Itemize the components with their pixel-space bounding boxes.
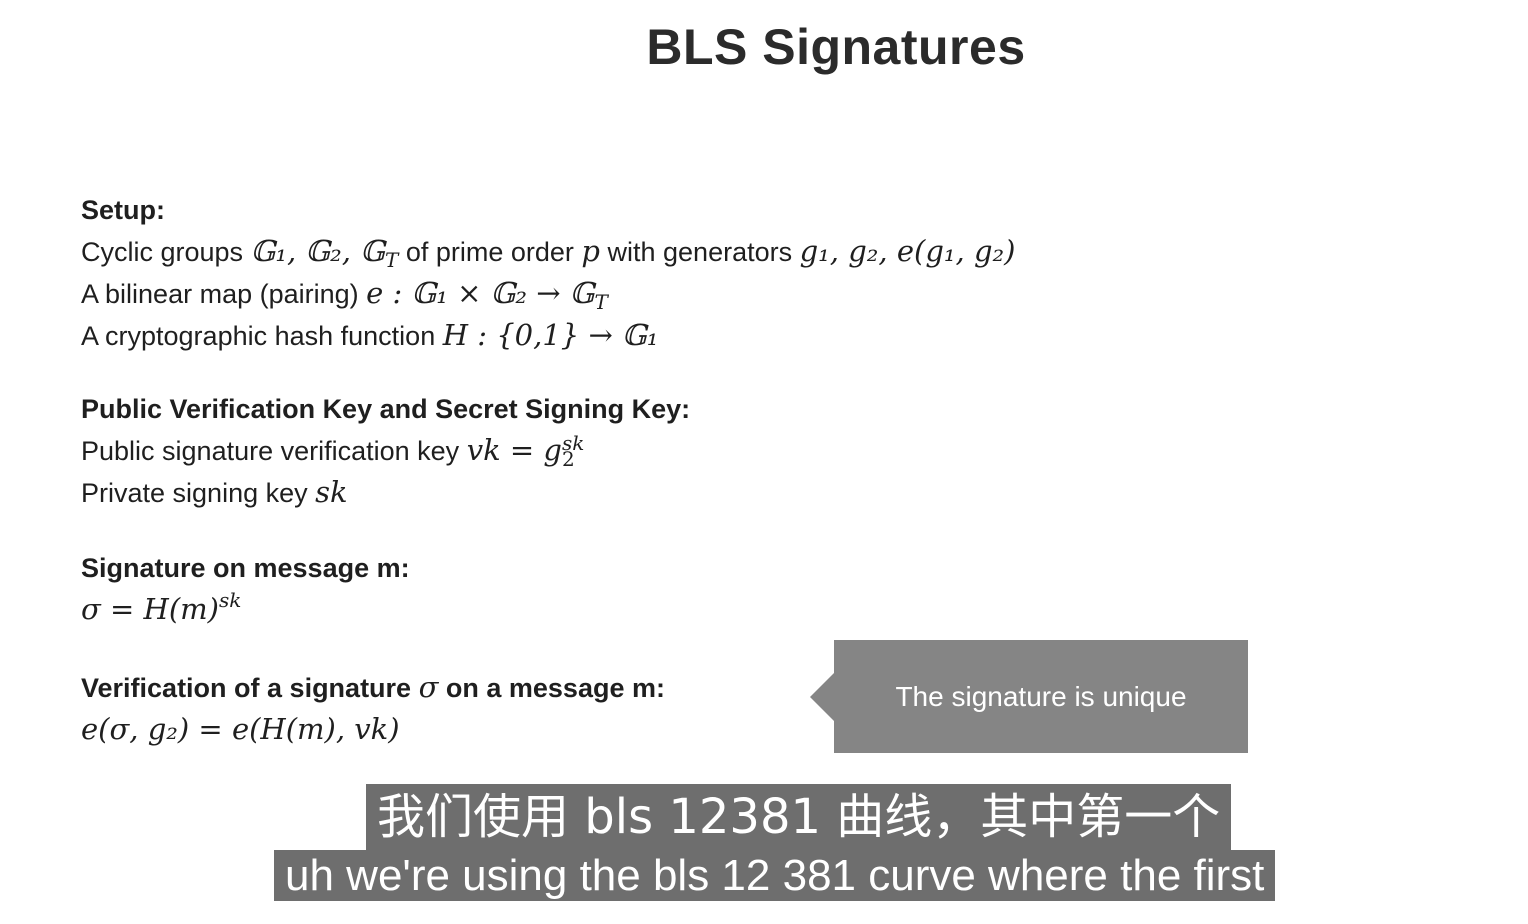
callout-box: The signature is unique <box>834 640 1248 753</box>
pairing-t-subscript: T <box>594 290 608 314</box>
vk-math-body: vk = g <box>466 433 562 467</box>
vk-exponent: sk 2 <box>562 433 584 469</box>
setup-line-pairing: A bilinear map (pairing) e : 𝔾₁ × 𝔾₂ → 𝔾… <box>81 273 1015 315</box>
generators-math: g₁, g₂, e(g₁, g₂) <box>799 234 1016 268</box>
verification-heading-pre: Verification of a signature <box>81 673 419 703</box>
keys-heading: Public Verification Key and Secret Signi… <box>81 394 691 424</box>
pairing-math-body: e : 𝔾₁ × 𝔾₂ → 𝔾 <box>366 276 595 310</box>
verification-heading-sigma: σ <box>418 670 439 704</box>
verification-formula: e(σ, g₂) = e(H(m), vk) <box>81 712 400 746</box>
sk-text: Private signing key <box>81 478 316 508</box>
prime-order-text: of prime order <box>398 237 582 267</box>
signature-formula-superscript: sk <box>218 588 242 612</box>
signature-formula-line: σ = H(m)sk <box>81 589 410 631</box>
hash-text: A cryptographic hash function <box>81 321 443 351</box>
subtitle-chinese: 我们使用 bls 12381 曲线，其中第一个 <box>366 784 1232 850</box>
hash-math: H : {0,1} → 𝔾₁ <box>442 318 659 352</box>
verification-heading-post: on a message m: <box>438 673 665 703</box>
keys-line-vk: Public signature verification key vk = g… <box>81 430 690 472</box>
groups-symbols: 𝔾₁, 𝔾₂, 𝔾 <box>250 234 385 268</box>
setup-line-groups-text: Cyclic groups <box>81 237 251 267</box>
vk-math: vk = g sk 2 <box>466 433 585 469</box>
signature-section: Signature on message m: σ = H(m)sk <box>81 548 410 631</box>
setup-section: Setup: Cyclic groups 𝔾₁, 𝔾₂, 𝔾T of prime… <box>81 190 1015 357</box>
signature-formula-body: σ = H(m) <box>81 592 219 626</box>
callout-pointer <box>810 673 834 721</box>
signature-formula: σ = H(m)sk <box>81 590 241 626</box>
setup-heading: Setup: <box>81 195 165 225</box>
groups-t-subscript: T <box>385 248 399 272</box>
pairing-text: A bilinear map (pairing) <box>81 279 367 309</box>
keys-section: Public Verification Key and Secret Signi… <box>81 389 690 514</box>
prime-p: p <box>581 234 600 268</box>
sk-math: sk <box>315 475 348 509</box>
keys-line-sk: Private signing key sk <box>81 472 690 514</box>
generators-text: with generators <box>600 237 800 267</box>
pairing-math: e : 𝔾₁ × 𝔾₂ → 𝔾T <box>366 276 608 312</box>
verification-formula-line: e(σ, g₂) = e(H(m), vk) <box>81 709 665 751</box>
signature-heading: Signature on message m: <box>81 553 410 583</box>
subtitle-english: uh we're using the bls 12 381 curve wher… <box>274 850 1276 901</box>
slide: BLS Signatures Setup: Cyclic groups 𝔾₁, … <box>0 0 1528 924</box>
setup-line-hash: A cryptographic hash function H : {0,1} … <box>81 315 1015 357</box>
slide-title: BLS Signatures <box>646 19 1026 75</box>
groups-math: 𝔾₁, 𝔾₂, 𝔾T <box>250 234 399 270</box>
setup-line-groups: Cyclic groups 𝔾₁, 𝔾₂, 𝔾T of prime order … <box>81 231 1015 273</box>
verification-heading: Verification of a signature σ on a messa… <box>81 667 665 709</box>
callout-text: The signature is unique <box>895 680 1187 712</box>
vk-text: Public signature verification key <box>81 436 467 466</box>
verification-section: Verification of a signature σ on a messa… <box>81 667 665 751</box>
